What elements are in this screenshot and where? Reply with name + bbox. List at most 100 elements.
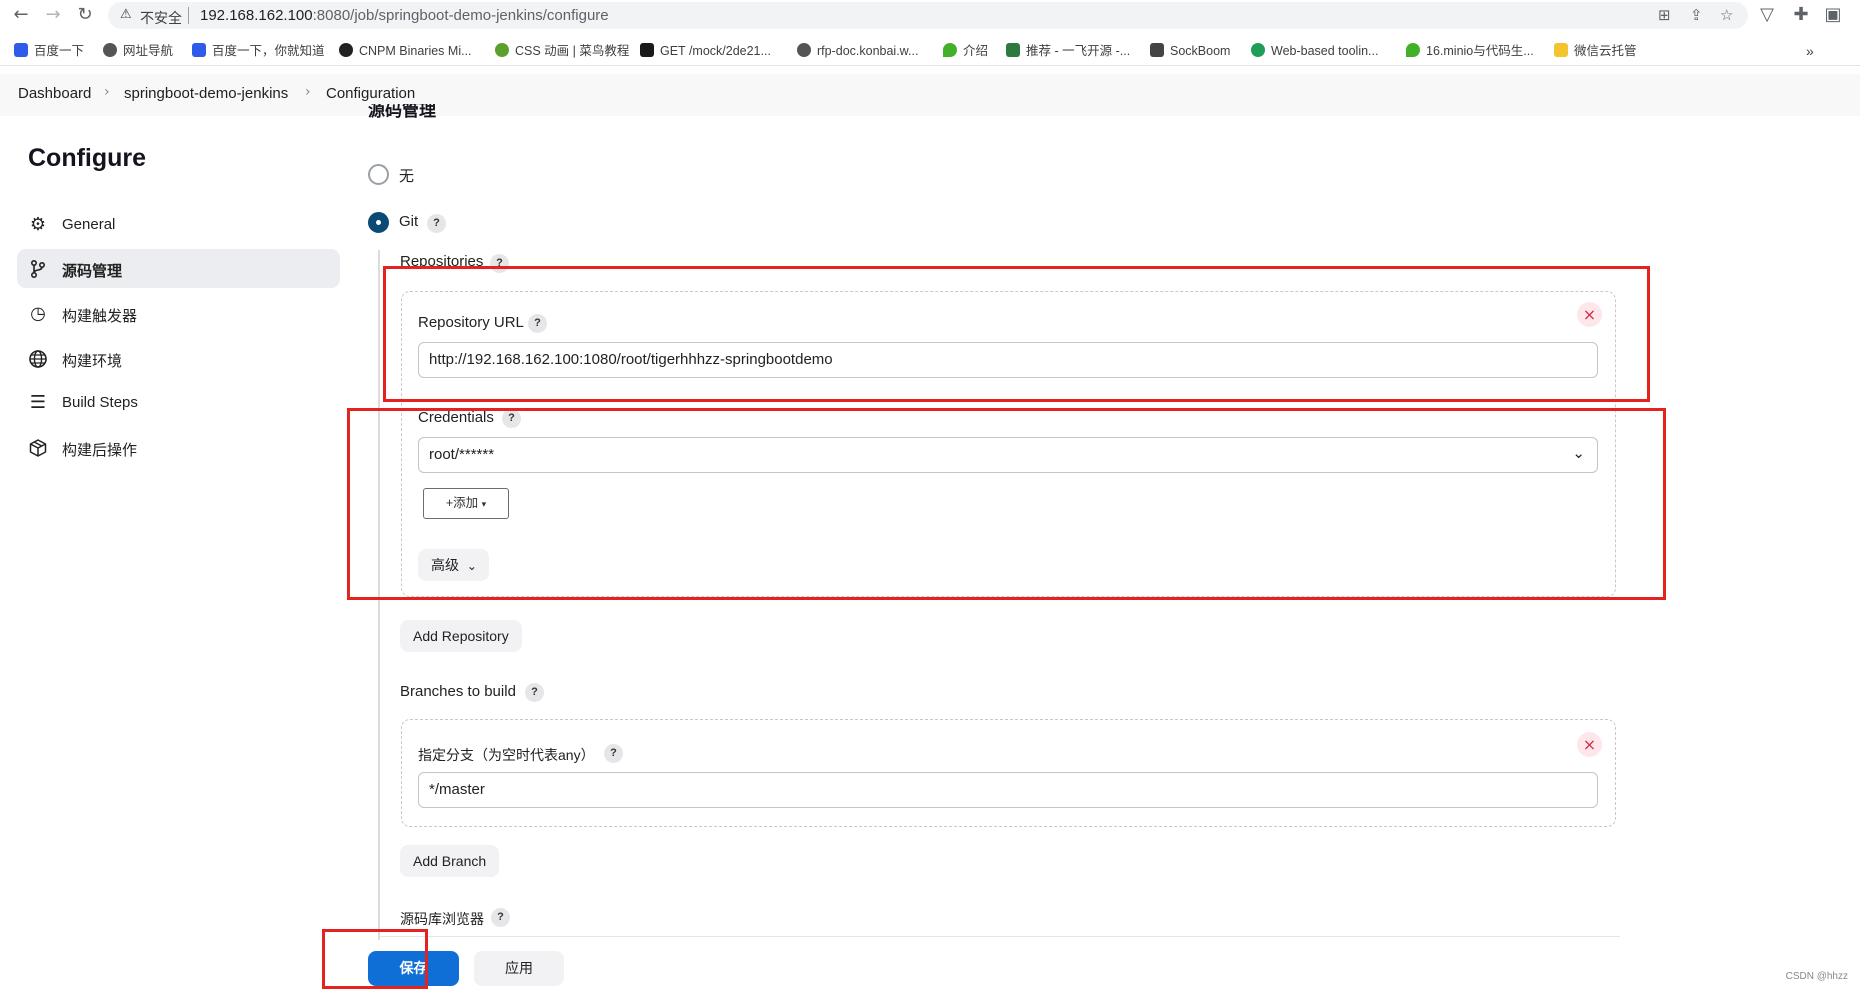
bookmark-favicon-icon [797,43,811,57]
sidebar-item-label: 构建环境 [62,353,123,370]
list-icon: ☰ [29,392,47,413]
bookmark-label: CSS 动画 | 菜鸟教程 [515,44,630,58]
bookmark-favicon-icon [1150,43,1164,57]
url-path: :8080/job/springboot-demo-jenkins/config… [312,7,609,24]
bookmark[interactable]: 16.minio与代码生... [1406,42,1534,60]
bookmark[interactable]: CNPM Binaries Mi... [339,42,472,60]
address-divider [188,7,189,24]
bookmark-favicon-icon [192,43,206,57]
bookmark[interactable]: 百度一下 [14,42,84,60]
url-text[interactable]: 192.168.162.100:8080/job/springboot-demo… [200,7,609,24]
radio-none-label: 无 [399,168,415,185]
help-icon[interactable]: ? [427,214,446,233]
sidebar-item-general[interactable]: ⚙ General [17,205,340,244]
bookmark-label: 16.minio与代码生... [1426,44,1534,58]
bookmark[interactable]: 网址导航 [103,42,173,60]
bookmark[interactable]: Web-based toolin... [1251,42,1378,60]
breadcrumb-job[interactable]: springboot-demo-jenkins [124,85,288,102]
bookmark[interactable]: 介绍 [943,42,988,60]
bookmark[interactable]: 微信云托管 [1554,42,1637,60]
sidebar-item-build-steps[interactable]: ☰ Build Steps [17,383,340,422]
breadcrumb-configuration[interactable]: Configuration [326,85,415,102]
sidepanel-icon[interactable]: ▣ [1822,4,1844,26]
clock-icon: ◷ [30,303,46,324]
star-icon[interactable]: ☆ [1720,6,1733,24]
help-icon[interactable]: ? [491,908,510,927]
sidebar-item-label: 源码管理 [62,263,123,280]
bookmark-label: GET /mock/2de21... [660,44,771,58]
radio-none[interactable] [368,164,389,185]
branch-icon [27,258,49,280]
branch-spec-label: 指定分支（为空时代表any） [418,747,595,763]
bookmark[interactable]: SockBoom [1150,42,1230,60]
puzzle-icon[interactable]: ✚ [1790,4,1812,26]
sidebar-item-label: 构建触发器 [62,308,138,325]
radio-git[interactable] [368,212,389,233]
reload-icon[interactable]: ↻ [74,4,96,26]
add-repository-button[interactable]: Add Repository [400,620,522,652]
translate-icon[interactable]: ⊞ [1658,6,1671,24]
repo-browser-label: 源码库浏览器 [400,911,484,927]
share-icon[interactable]: ⇪ [1690,6,1703,24]
insecure-label: 不安全 [140,10,182,26]
annotation-highlight-save [322,929,428,989]
close-icon[interactable]: × [1577,732,1602,757]
bookmark[interactable]: rfp-doc.konbai.w... [797,42,918,60]
breadcrumb: Dashboard › springboot-demo-jenkins › Co… [0,74,1860,116]
bookmark-favicon-icon [103,43,117,57]
chevron-right-icon: › [104,84,110,100]
browser-toolbar: ← → ↻ ⚠ 不安全 192.168.162.100:8080/job/spr… [0,0,1860,31]
bookmark-favicon-icon [943,43,957,57]
annotation-highlight-credentials [347,408,1666,600]
add-branch-button[interactable]: Add Branch [400,845,500,877]
section-title: 源码管理 [368,104,436,118]
bookmark-favicon-icon [640,43,654,57]
back-icon[interactable]: ← [10,4,32,26]
page-title: Configure [28,144,147,172]
bookmark[interactable]: 百度一下，你就知道 [192,42,325,60]
bookmark-label: 百度一下 [34,44,85,58]
bookmarks-bar: 百度一下 网址导航 百度一下，你就知道 CNPM Binaries Mi... … [0,36,1860,66]
bookmark[interactable]: 推荐 - 一飞开源 -... [1006,42,1130,60]
annotation-highlight-repo-url [383,266,1650,402]
bookmark-favicon-icon [495,43,509,57]
bookmark-label: Web-based toolin... [1271,44,1379,58]
bookmark-label: 推荐 - 一飞开源 -... [1026,44,1131,58]
sidebar-item-label: Build Steps [62,394,138,411]
sidebar-item-triggers[interactable]: ◷ 构建触发器 [17,294,340,333]
bookmark-label: 网址导航 [123,44,174,58]
globe-icon [27,348,49,370]
forward-icon[interactable]: → [42,4,64,26]
warning-icon: ⚠ [120,7,132,22]
help-icon[interactable]: ? [604,744,623,763]
bookmark-favicon-icon [1251,43,1265,57]
repo-browser-select-edge [380,936,1620,937]
apply-button[interactable]: 应用 [474,951,564,986]
sidebar-item-environment[interactable]: 构建环境 [17,339,340,378]
branches-label: Branches to build [400,683,516,700]
bookmark[interactable]: CSS 动画 | 菜鸟教程 [495,42,629,60]
sidebar-item-post-build[interactable]: 构建后操作 [17,428,340,467]
bookmark-favicon-icon [14,43,28,57]
sidebar-item-label: General [62,216,116,233]
url-host: 192.168.162.100 [200,7,313,24]
gear-icon: ⚙ [29,214,47,235]
help-icon[interactable]: ? [525,683,544,702]
branch-spec-value: */master [429,781,485,798]
breadcrumb-dashboard[interactable]: Dashboard [18,85,91,102]
package-icon [27,437,49,459]
bookmark-favicon-icon [1006,43,1020,57]
bookmark[interactable]: GET /mock/2de21... [640,42,771,60]
bookmark-label: CNPM Binaries Mi... [359,44,472,58]
bookmark-favicon-icon [1406,43,1420,57]
chevron-right-icon: › [305,84,311,100]
branch-spec-input[interactable]: */master [418,772,1598,808]
bookmark-label: 微信云托管 [1574,44,1637,58]
form-action-bar [0,940,1860,991]
watermark: CSDN @hhzz [1785,971,1848,982]
bookmark-label: rfp-doc.konbai.w... [817,44,919,58]
bookmarks-more-icon[interactable]: » [1806,42,1814,60]
address-bar[interactable]: ⚠ 不安全 192.168.162.100:8080/job/springboo… [108,2,1748,29]
extension-v-icon[interactable]: ▽ [1756,4,1778,26]
sidebar-item-scm[interactable]: 源码管理 [17,249,340,288]
